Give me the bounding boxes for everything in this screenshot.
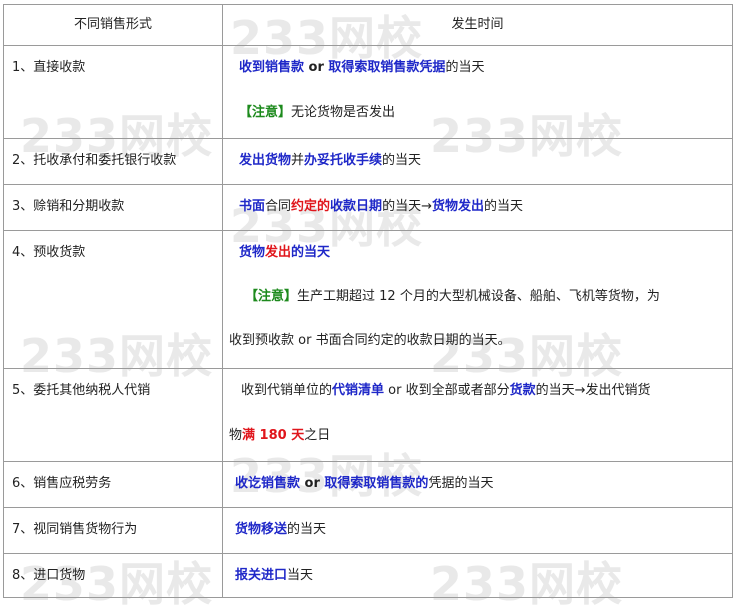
row-type: 4、预收货款 [3, 230, 223, 369]
table-row: 8、进口货物 报关进口当天 [3, 553, 733, 598]
row-type: 8、进口货物 [3, 553, 223, 598]
header-sales-form: 不同销售形式 [3, 4, 223, 46]
table-row: 1、直接收款 收到销售款 or 取得索取销售款凭据的当天 【注意】无论货物是否发… [3, 45, 733, 139]
row-time: 货物发出的当天 【注意】生产工期超过 12 个月的大型机械设备、船舶、飞机等货物… [222, 230, 733, 369]
row-type: 1、直接收款 [3, 45, 223, 139]
table-row: 2、托收承付和委托银行收款 发出货物并办妥托收手续的当天 [3, 138, 733, 185]
sales-time-table: 不同销售形式 发生时间 1、直接收款 收到销售款 or 取得索取销售款凭据的当天… [3, 4, 733, 598]
header-occurrence-time: 发生时间 [222, 4, 733, 46]
table-row: 6、销售应税劳务 收讫销售款 or 取得索取销售款的凭据的当天 [3, 461, 733, 508]
note-tag: 【注意】 [239, 105, 292, 120]
table-row: 4、预收货款 货物发出的当天 【注意】生产工期超过 12 个月的大型机械设备、船… [3, 230, 733, 369]
header-row: 不同销售形式 发生时间 [3, 4, 733, 46]
row-type: 7、视同销售货物行为 [3, 507, 223, 554]
row-type: 5、委托其他纳税人代销 [3, 368, 223, 462]
row-time: 发出货物并办妥托收手续的当天 [222, 138, 733, 185]
row-time: 收到销售款 or 取得索取销售款凭据的当天 【注意】无论货物是否发出 [222, 45, 733, 139]
table-row: 3、赊销和分期收款 书面合同约定的收款日期的当天→货物发出的当天 [3, 184, 733, 231]
row-time: 收讫销售款 or 取得索取销售款的凭据的当天 [222, 461, 733, 508]
row-type: 6、销售应税劳务 [3, 461, 223, 508]
table-row: 5、委托其他纳税人代销 收到代销单位的代销清单 or 收到全部或者部分货款的当天… [3, 368, 733, 462]
note-tag: 【注意】 [245, 289, 298, 304]
row-time: 货物移送的当天 [222, 507, 733, 554]
row-type: 2、托收承付和委托银行收款 [3, 138, 223, 185]
row-time: 收到代销单位的代销清单 or 收到全部或者部分货款的当天→发出代销货 物满 18… [222, 368, 733, 462]
row-time: 书面合同约定的收款日期的当天→货物发出的当天 [222, 184, 733, 231]
row-time: 报关进口当天 [222, 553, 733, 598]
table-row: 7、视同销售货物行为 货物移送的当天 [3, 507, 733, 554]
row-type: 3、赊销和分期收款 [3, 184, 223, 231]
